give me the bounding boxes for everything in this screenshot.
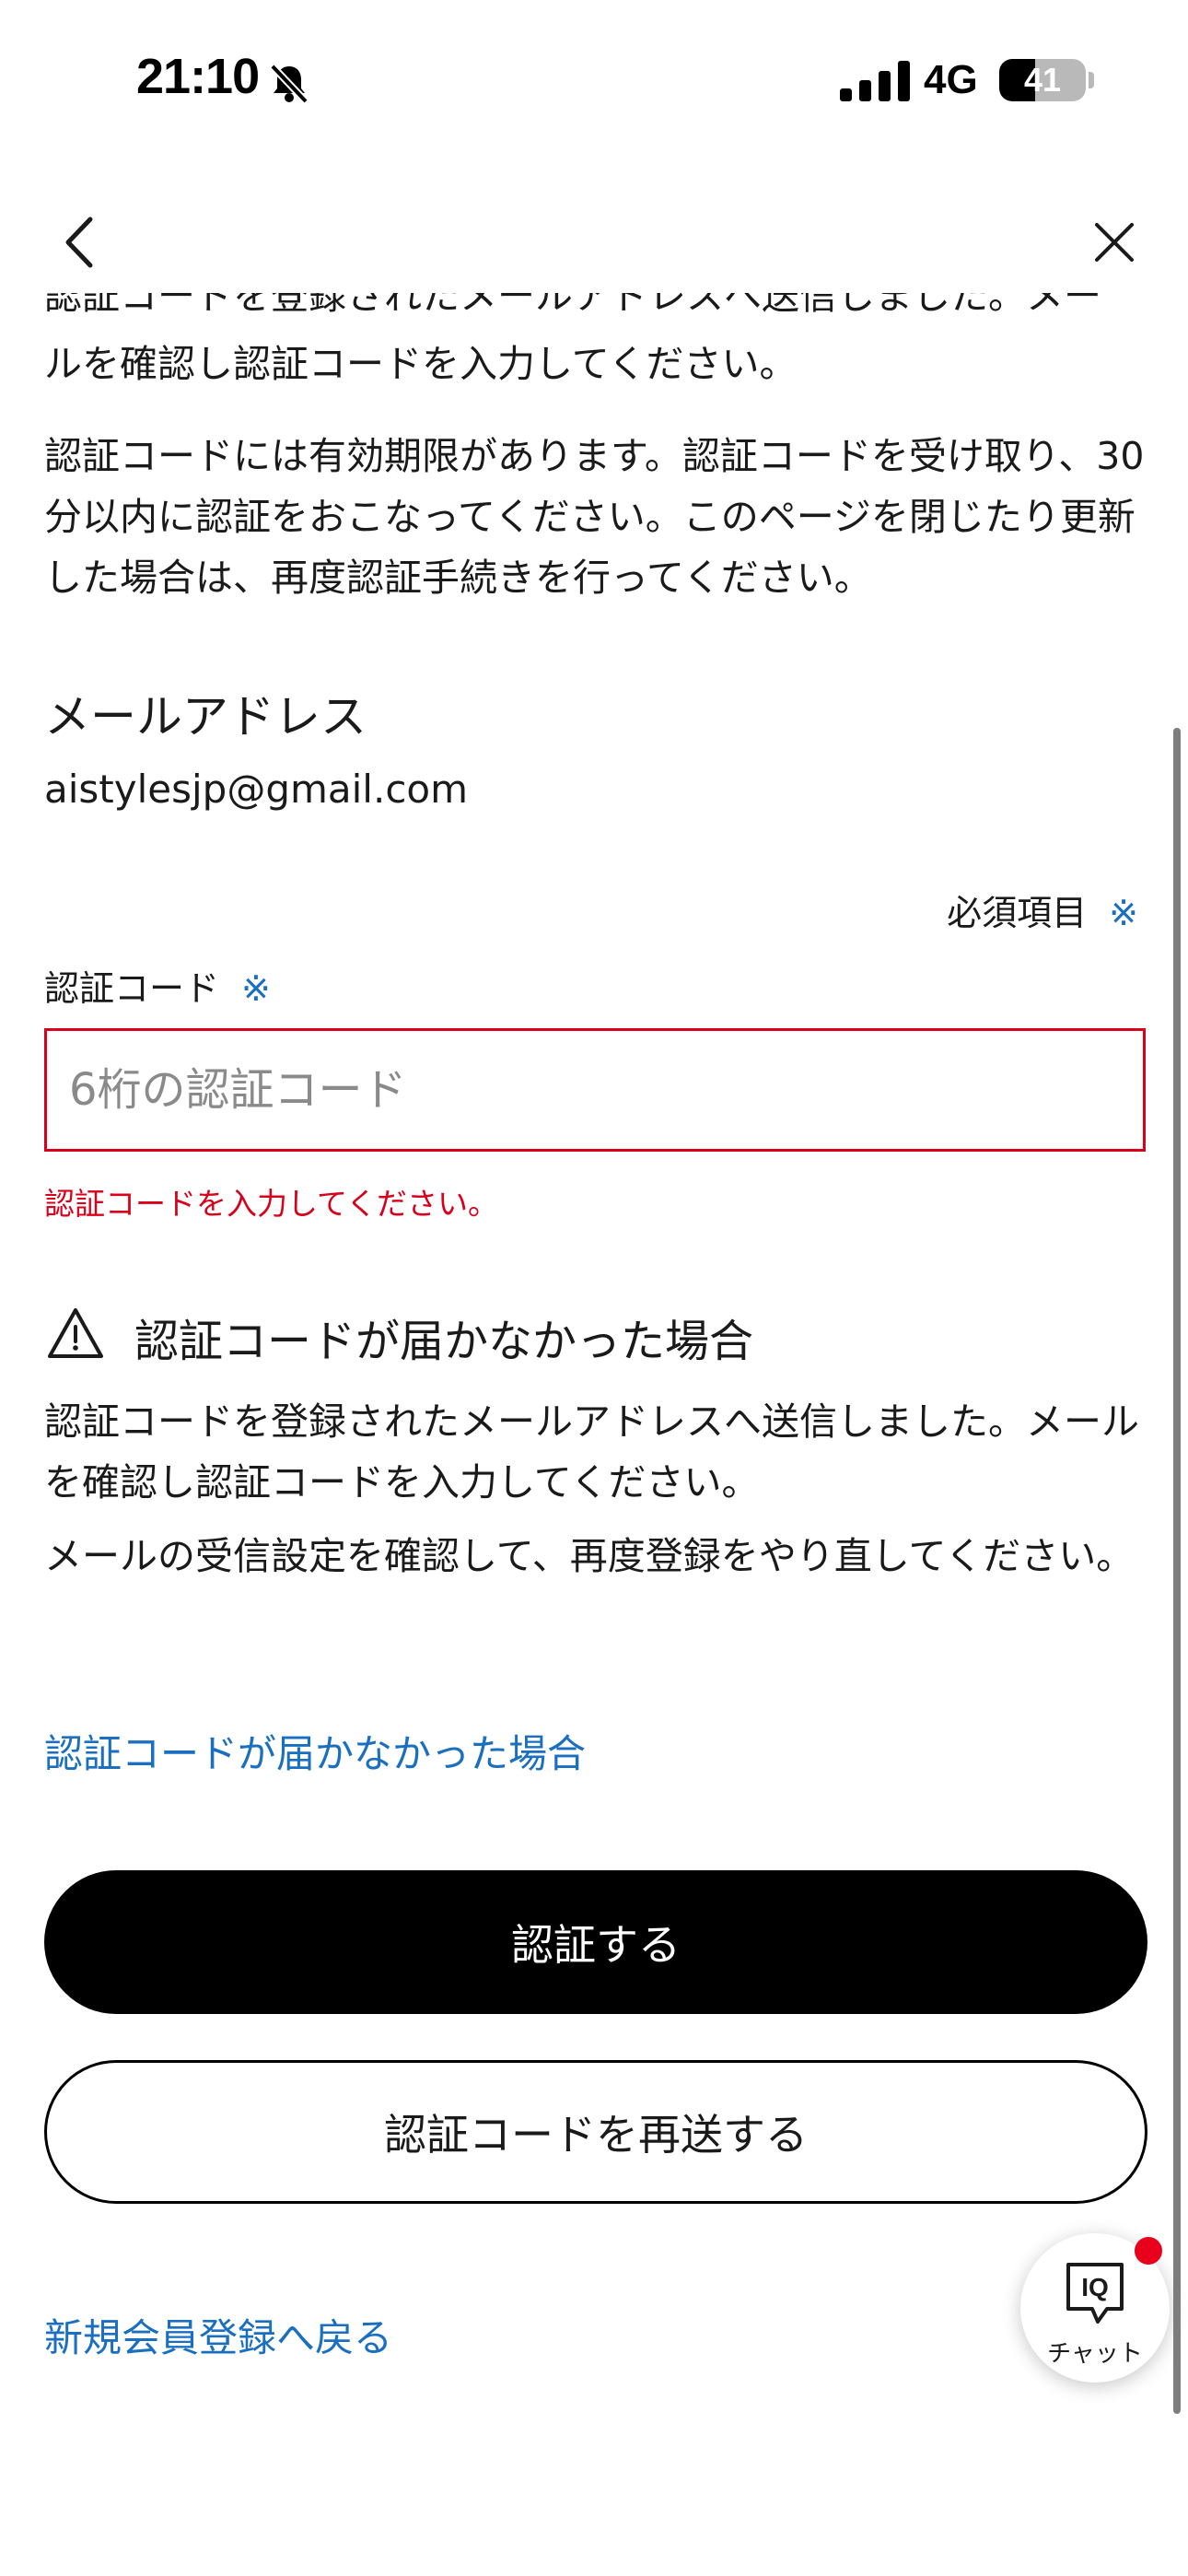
code-label-text: 認証コード — [44, 968, 220, 1009]
code-field-label: 認証コード ※ — [44, 960, 271, 1011]
validity-text: 認証コードには有効期限があります。認証コードを受け取り、30分以内に認証をおこな… — [44, 434, 1145, 600]
required-mark: ※ — [241, 968, 271, 1009]
warning-triangle-icon — [48, 1308, 103, 1358]
scrollbar[interactable] — [1173, 728, 1181, 2414]
bell-slash-icon — [270, 64, 309, 104]
trouble-text-1: 認証コードを登録されたメールアドレスへ送信しました。メールを確認し認証コードを入… — [44, 1399, 1139, 1505]
required-note-label: 必須項目 — [947, 893, 1088, 933]
trouble-heading: 認証コードが届かなかった場合 — [134, 1316, 754, 1367]
email-value: aistylesjp@gmail.com — [44, 767, 469, 812]
intro-text-cut: 認証コードを登録されたメールアドレスへ送信しました。メー — [44, 293, 1101, 318]
resend-code-button[interactable]: 認証コードを再送する — [44, 2060, 1147, 2204]
required-mark: ※ — [1109, 893, 1138, 933]
network-type: 4G — [924, 57, 978, 102]
battery-percent: 41 — [1023, 61, 1062, 99]
verification-code-input[interactable] — [44, 1028, 1146, 1152]
signal-strength-icon — [840, 61, 910, 101]
notification-dot — [1135, 2237, 1162, 2265]
email-heading: メールアドレス — [44, 690, 367, 744]
trouble-link[interactable]: 認証コードが届かなかった場合 — [44, 1723, 586, 1779]
back-to-registration-link[interactable]: 新規会員登録へ戻る — [44, 2307, 392, 2363]
trouble-text-2: メールの受信設定を確認して、再度登録をやり直してください。 — [44, 1534, 1135, 1578]
chat-icon-text: IQ — [1081, 2273, 1109, 2301]
intro-text: ルを確認し認証コードを入力してください。 — [44, 342, 798, 386]
chevron-left-icon[interactable] — [55, 214, 103, 271]
chat-label: チャット — [1047, 2340, 1143, 2368]
verify-button[interactable]: 認証する — [44, 1870, 1147, 2014]
chat-bubble-icon: IQ — [1066, 2263, 1124, 2324]
required-note: 必須項目 ※ — [947, 884, 1138, 935]
battery-indicator: 41 — [999, 59, 1086, 101]
close-icon[interactable] — [1091, 219, 1137, 265]
battery-cap — [1089, 72, 1094, 88]
status-time: 21:10 — [136, 49, 260, 104]
code-error-message: 認証コードを入力してください。 — [44, 1186, 499, 1222]
